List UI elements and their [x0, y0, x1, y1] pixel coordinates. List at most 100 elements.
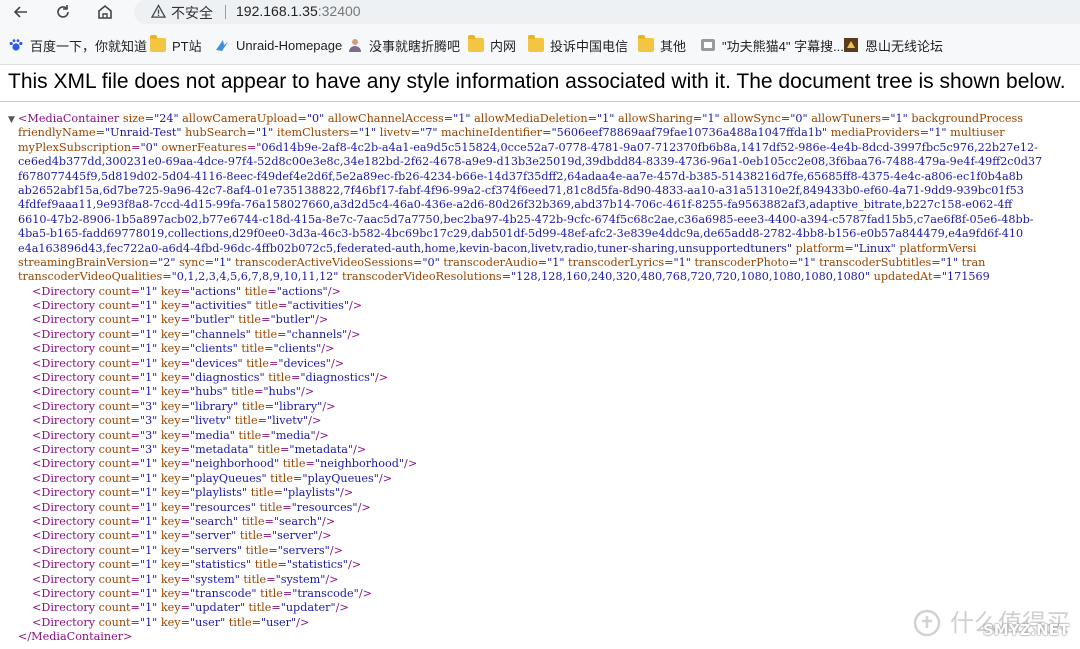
xml-token: = — [180, 558, 191, 572]
xml-attr-value: "playQueues" — [190, 471, 267, 485]
xml-attr-value: "statistics" — [286, 558, 348, 572]
bookmark-complaint[interactable]: 投诉中国电信 — [528, 35, 628, 54]
folder-icon — [468, 35, 484, 52]
xml-attr-value: ab2652abf15a,6d7be725-9a96-42c7-8af4-01e… — [18, 183, 1024, 197]
xml-attr-name: key — [160, 529, 181, 543]
reload-button[interactable] — [50, 0, 76, 24]
security-status[interactable]: 不安全 — [171, 3, 213, 23]
xml-attr-name: count — [98, 299, 131, 313]
xml-attr-name: count — [98, 558, 131, 572]
xml-attr-name: key — [160, 442, 181, 456]
xml-token: = — [180, 500, 191, 514]
xml-attr-name: title — [241, 342, 265, 356]
home-button[interactable] — [92, 0, 118, 24]
bookmark-label: 内网 — [490, 38, 517, 54]
xml-attr-name: count — [98, 500, 131, 514]
xml-style-notice: This XML file does not appear to have an… — [8, 70, 1066, 93]
xml-token: = — [282, 586, 293, 600]
xml-attr-value: "search" — [273, 514, 323, 528]
xml-token: = — [130, 356, 140, 370]
bookmark-other[interactable]: 其他 — [638, 35, 686, 54]
xml-token: = — [130, 327, 140, 341]
xml-attr-name: count — [98, 514, 131, 528]
xml-attr-name: title — [234, 414, 258, 428]
xml-token: = — [180, 299, 191, 313]
xml-attr-value: "0,1,2,3,4,5,6,7,8,9,10,11,12" — [171, 270, 339, 284]
xml-attr-value: ce6ed4b377dd,300231e0-69aa-4dce-97f4-52d… — [18, 155, 1043, 169]
xml-attr-name: count — [98, 486, 131, 500]
xml-token: = — [180, 529, 191, 543]
xml-attr-name: key — [160, 385, 181, 399]
xml-token: = — [277, 558, 287, 572]
bookmark-subtitles[interactable]: "功夫熊猫4" 字幕搜... — [700, 36, 844, 54]
xml-token: = — [130, 486, 140, 500]
xml-attr-name: title — [238, 428, 262, 442]
xml-tag: <Directory — [32, 457, 96, 471]
xml-attr-name: key — [160, 572, 181, 586]
xml-attr-value: "1" — [453, 112, 471, 125]
xml-line: streamingBrainVersion="2" sync="1" trans… — [0, 256, 1080, 270]
xml-attr-name: count — [98, 615, 131, 629]
bookmarks-bar: 百度一下，你就知道 PT站 Unraid-Homepage 没事就瞎折腾吧 内网… — [0, 26, 1080, 65]
xml-attr-value: "1" — [139, 356, 158, 370]
xml-attr-name: title — [245, 543, 269, 557]
bookmark-forum[interactable]: 恩山无线论坛 — [843, 36, 943, 54]
xml-attr-value: "metadata" — [190, 442, 254, 456]
xml-attr-value: "3" — [139, 428, 158, 442]
xml-token: = — [919, 126, 930, 140]
xml-token: = — [537, 255, 548, 269]
xml-attr-name: key — [160, 601, 181, 615]
xml-attr-value: "1" — [139, 586, 158, 600]
xml-attr-value: "updater" — [190, 601, 245, 615]
bookmark-label: 没事就瞎折腾吧 — [369, 38, 461, 54]
back-button[interactable] — [8, 0, 34, 24]
xml-directory-line: <Directory count="1" key="clients" title… — [0, 342, 1080, 356]
bookmark-unraid-homepage[interactable]: Unraid-Homepage — [214, 36, 342, 54]
xml-attr-name: title — [238, 313, 262, 327]
xml-token: = — [292, 471, 303, 485]
xml-attr-name: mediaProviders — [830, 126, 920, 140]
url-host: 192.168.1.35 — [236, 3, 318, 19]
xml-attr-value: "playlists" — [190, 486, 248, 500]
xml-attr-value: "channels" — [286, 327, 348, 341]
xml-attr-value: "1" — [596, 112, 615, 125]
xml-attr-value: "server" — [190, 529, 237, 543]
xml-tag: /> — [349, 299, 363, 313]
bookmark-site[interactable]: 没事就瞎折腾吧 — [347, 36, 460, 54]
bookmark-baidu[interactable]: 百度一下，你就知道 — [8, 36, 147, 54]
xml-attr-name: count — [98, 385, 131, 399]
xml-attr-name: key — [160, 313, 181, 327]
xml-tag: /> — [378, 471, 393, 485]
xml-token: = — [844, 241, 854, 255]
xml-attr-value: "1" — [139, 500, 158, 514]
xml-attr-value: "1" — [139, 543, 158, 557]
xml-attr-value: "1" — [139, 342, 158, 356]
warning-icon[interactable] — [151, 4, 166, 19]
xml-attr-name: count — [98, 572, 131, 586]
xml-token: = — [180, 486, 191, 500]
xml-attr-name: multiuser — [950, 126, 1005, 140]
url-text[interactable]: 192.168.1.35:32400 — [236, 3, 361, 19]
xml-token: = — [253, 385, 264, 399]
xml-directory-line: <Directory count="1" key="search" title=… — [0, 515, 1080, 529]
xml-token: = — [273, 486, 283, 500]
xml-tag: /> — [347, 327, 361, 341]
xml-attr-name: count — [98, 601, 131, 615]
bookmark-pt[interactable]: PT站 — [150, 35, 202, 54]
xml-directory-line: <Directory count="1" key="statistics" ti… — [0, 558, 1080, 572]
xml-token: = — [144, 112, 155, 125]
xml-token: = — [180, 457, 191, 471]
bookmark-intranet[interactable]: 内网 — [468, 35, 517, 54]
url-port: :32400 — [317, 3, 361, 19]
xml-tag: /> — [358, 586, 372, 600]
xml-directory-line: <Directory count="1" key="actions" title… — [0, 285, 1080, 299]
xml-directory-line: <Directory count="1" key="devices" title… — [0, 357, 1080, 371]
xml-line: 4fdfef9aaa11,9e93f8a8-7ccd-4d15-99fa-76a… — [0, 198, 1080, 212]
xml-attr-name: title — [255, 299, 278, 313]
xml-attr-value: "1" — [940, 255, 959, 269]
xml-token: = — [268, 356, 279, 370]
collapse-triangle-icon[interactable]: ▼ — [8, 113, 18, 126]
xml-attr-name: platformVersi — [899, 241, 977, 255]
xml-attr-name: count — [98, 442, 131, 456]
xml-directory-line: <Directory count="1" key="servers" title… — [0, 544, 1080, 558]
